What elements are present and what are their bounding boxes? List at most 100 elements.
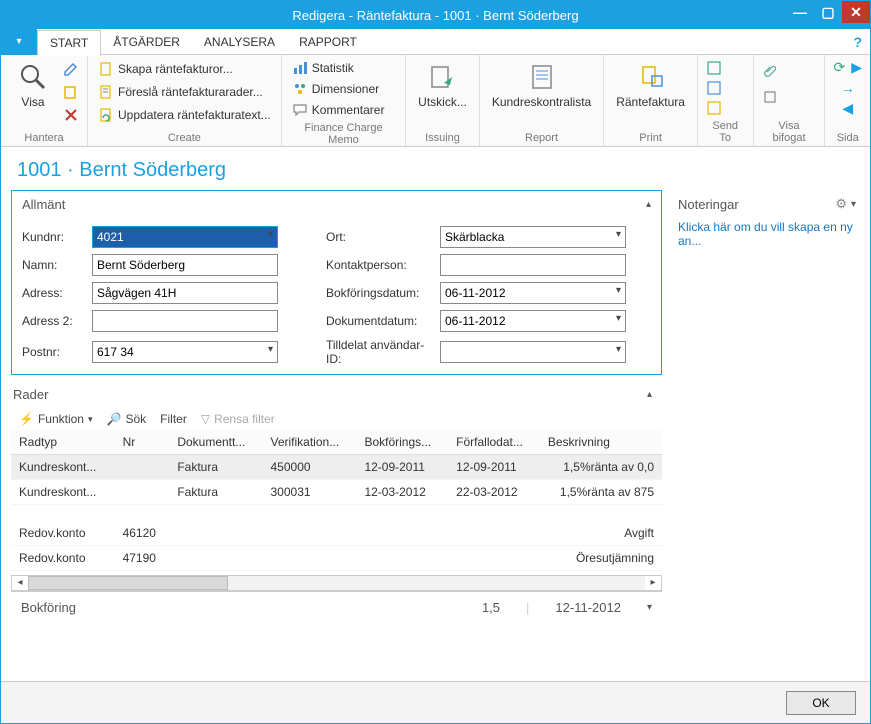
- help-icon[interactable]: ?: [853, 34, 862, 50]
- kundreskontralista-button[interactable]: Kundreskontralista: [488, 59, 595, 125]
- cell-verifik: 300031: [263, 480, 357, 505]
- group-label-print: Print: [612, 129, 689, 144]
- ort-input[interactable]: [440, 226, 626, 248]
- filter-button[interactable]: Filter: [160, 412, 187, 426]
- sendto-other-icon[interactable]: [706, 100, 722, 116]
- col-beskr[interactable]: Beskrivning: [540, 430, 662, 455]
- cell-nr: 46120: [115, 521, 170, 546]
- edit-icon[interactable]: [63, 61, 79, 77]
- kundnr-label: Kundnr:: [22, 230, 88, 244]
- forward-icon[interactable]: →: [841, 80, 855, 96]
- dimensioner-button[interactable]: Dimensioner: [290, 80, 387, 98]
- tab-atgarder[interactable]: ÅTGÄRDER: [101, 29, 192, 55]
- rader-header[interactable]: Rader ▴: [11, 381, 662, 408]
- cell-radtyp: Kundreskont...: [11, 480, 115, 505]
- bokdatum-label: Bokföringsdatum:: [326, 286, 436, 300]
- col-forfall[interactable]: Förfallodat...: [448, 430, 540, 455]
- namn-input[interactable]: [92, 254, 278, 276]
- cell-radtyp: Redov.konto: [11, 545, 115, 570]
- cell-beskr: Avgift: [540, 521, 662, 546]
- adress2-label: Adress 2:: [22, 314, 88, 328]
- skapa-rantefakturor-button[interactable]: Skapa räntefakturor...: [96, 60, 273, 78]
- bokdatum-input[interactable]: [440, 282, 626, 304]
- attachment-icon[interactable]: [762, 63, 778, 79]
- tab-rapport[interactable]: RAPPORT: [287, 29, 369, 55]
- uppdatera-text-button[interactable]: Uppdatera räntefakturatext...: [96, 106, 273, 124]
- adress-input[interactable]: [92, 282, 278, 304]
- cell-radtyp: Kundreskont...: [11, 455, 115, 480]
- adress2-input[interactable]: [92, 310, 278, 332]
- scroll-left-button[interactable]: ◂: [12, 577, 28, 588]
- delete-icon[interactable]: [63, 107, 79, 123]
- bokforing-bar[interactable]: Bokföring 1,5 | 12-11-2012 ▾: [11, 591, 662, 623]
- new-note-link[interactable]: Klicka här om du vill skapa en ny an...: [674, 218, 860, 250]
- close-button[interactable]: ✕: [842, 1, 870, 23]
- adress-label: Adress:: [22, 286, 88, 300]
- postnr-label: Postnr:: [22, 345, 88, 359]
- attachment-list-icon[interactable]: [762, 89, 778, 105]
- cell-dokument: Faktura: [169, 455, 262, 480]
- funktion-menu[interactable]: ⚡Funktion▾: [19, 412, 93, 426]
- cell-verifik: [263, 545, 357, 570]
- new-icon[interactable]: [63, 84, 79, 100]
- ok-button[interactable]: OK: [786, 691, 856, 715]
- refresh-icon[interactable]: ⟳: [833, 59, 845, 76]
- allmant-panel: Allmänt ▴ Kundnr: Ort: Namn: Kontaktpers…: [11, 190, 662, 375]
- sendto-word-icon[interactable]: [706, 80, 722, 96]
- statistik-button[interactable]: Statistik: [290, 59, 387, 77]
- cell-beskr: 1,5%ränta av 875: [540, 480, 662, 505]
- next-page-icon[interactable]: ▶: [851, 59, 862, 76]
- sendto-excel-icon[interactable]: [706, 60, 722, 76]
- dokdatum-input[interactable]: [440, 310, 626, 332]
- tab-analysera[interactable]: ANALYSERA: [192, 29, 287, 55]
- group-label-create: Create: [96, 129, 273, 144]
- cell-dokument: [169, 521, 262, 546]
- rensa-filter-button[interactable]: ▽Rensa filter: [201, 412, 275, 426]
- sok-button[interactable]: 🔎Sök: [107, 412, 147, 426]
- cell-verifik: [263, 521, 357, 546]
- chevron-down-icon[interactable]: ▾: [851, 199, 856, 210]
- clear-filter-icon: ▽: [201, 412, 210, 426]
- col-radtyp[interactable]: Radtyp: [11, 430, 115, 455]
- foresla-rader-button[interactable]: Föreslå räntefakturarader...: [96, 83, 273, 101]
- anvid-input[interactable]: [440, 341, 626, 363]
- postnr-input[interactable]: [92, 341, 278, 363]
- table-row[interactable]: Redov.konto46120Avgift: [11, 521, 662, 546]
- col-bokf[interactable]: Bokförings...: [356, 430, 448, 455]
- rantefaktura-button[interactable]: Räntefaktura: [612, 59, 689, 125]
- cell-forfall: 12-09-2011: [448, 455, 540, 480]
- visa-label: Visa: [21, 95, 44, 109]
- table-row[interactable]: Redov.konto47190Öresutjämning: [11, 545, 662, 570]
- cell-beskr: Öresutjämning: [540, 545, 662, 570]
- kontakt-input[interactable]: [440, 254, 626, 276]
- cell-bokf: 12-09-2011: [356, 455, 448, 480]
- col-nr[interactable]: Nr: [115, 430, 170, 455]
- utskick-button[interactable]: Utskick...: [414, 59, 471, 125]
- table-row[interactable]: Kundreskont...Faktura30003112-03-201222-…: [11, 480, 662, 505]
- cell-forfall: [448, 521, 540, 546]
- ribbon: Visa Hantera Skapa räntefakturor...: [1, 55, 870, 147]
- group-label-fcm: Finance Charge Memo: [290, 119, 397, 146]
- back-icon[interactable]: ◀: [842, 100, 853, 117]
- menubar: ▾ START ÅTGÄRDER ANALYSERA RAPPORT ?: [1, 29, 870, 55]
- kundnr-input[interactable]: [92, 226, 278, 248]
- minimize-button[interactable]: —: [786, 1, 814, 23]
- app-menu-button[interactable]: ▾: [1, 29, 37, 55]
- col-verifik[interactable]: Verifikation...: [263, 430, 357, 455]
- cell-nr: [115, 480, 170, 505]
- gear-icon[interactable]: ⚙: [835, 196, 847, 212]
- ort-label: Ort:: [326, 230, 436, 244]
- maximize-button[interactable]: ▢: [814, 1, 842, 23]
- comment-icon: [292, 102, 308, 118]
- kommentarer-button[interactable]: Kommentarer: [290, 101, 387, 119]
- dokdatum-label: Dokumentdatum:: [326, 314, 436, 328]
- scroll-right-button[interactable]: ▸: [645, 577, 661, 588]
- horizontal-scrollbar[interactable]: ◂ ▸: [11, 575, 662, 591]
- col-dokument[interactable]: Dokumentt...: [169, 430, 262, 455]
- visa-button[interactable]: Visa: [9, 59, 57, 125]
- tab-start[interactable]: START: [37, 30, 101, 56]
- table-row[interactable]: Kundreskont...Faktura45000012-09-201112-…: [11, 455, 662, 480]
- allmant-header[interactable]: Allmänt ▴: [12, 191, 661, 218]
- scroll-thumb[interactable]: [28, 576, 228, 590]
- send-icon: [426, 61, 458, 93]
